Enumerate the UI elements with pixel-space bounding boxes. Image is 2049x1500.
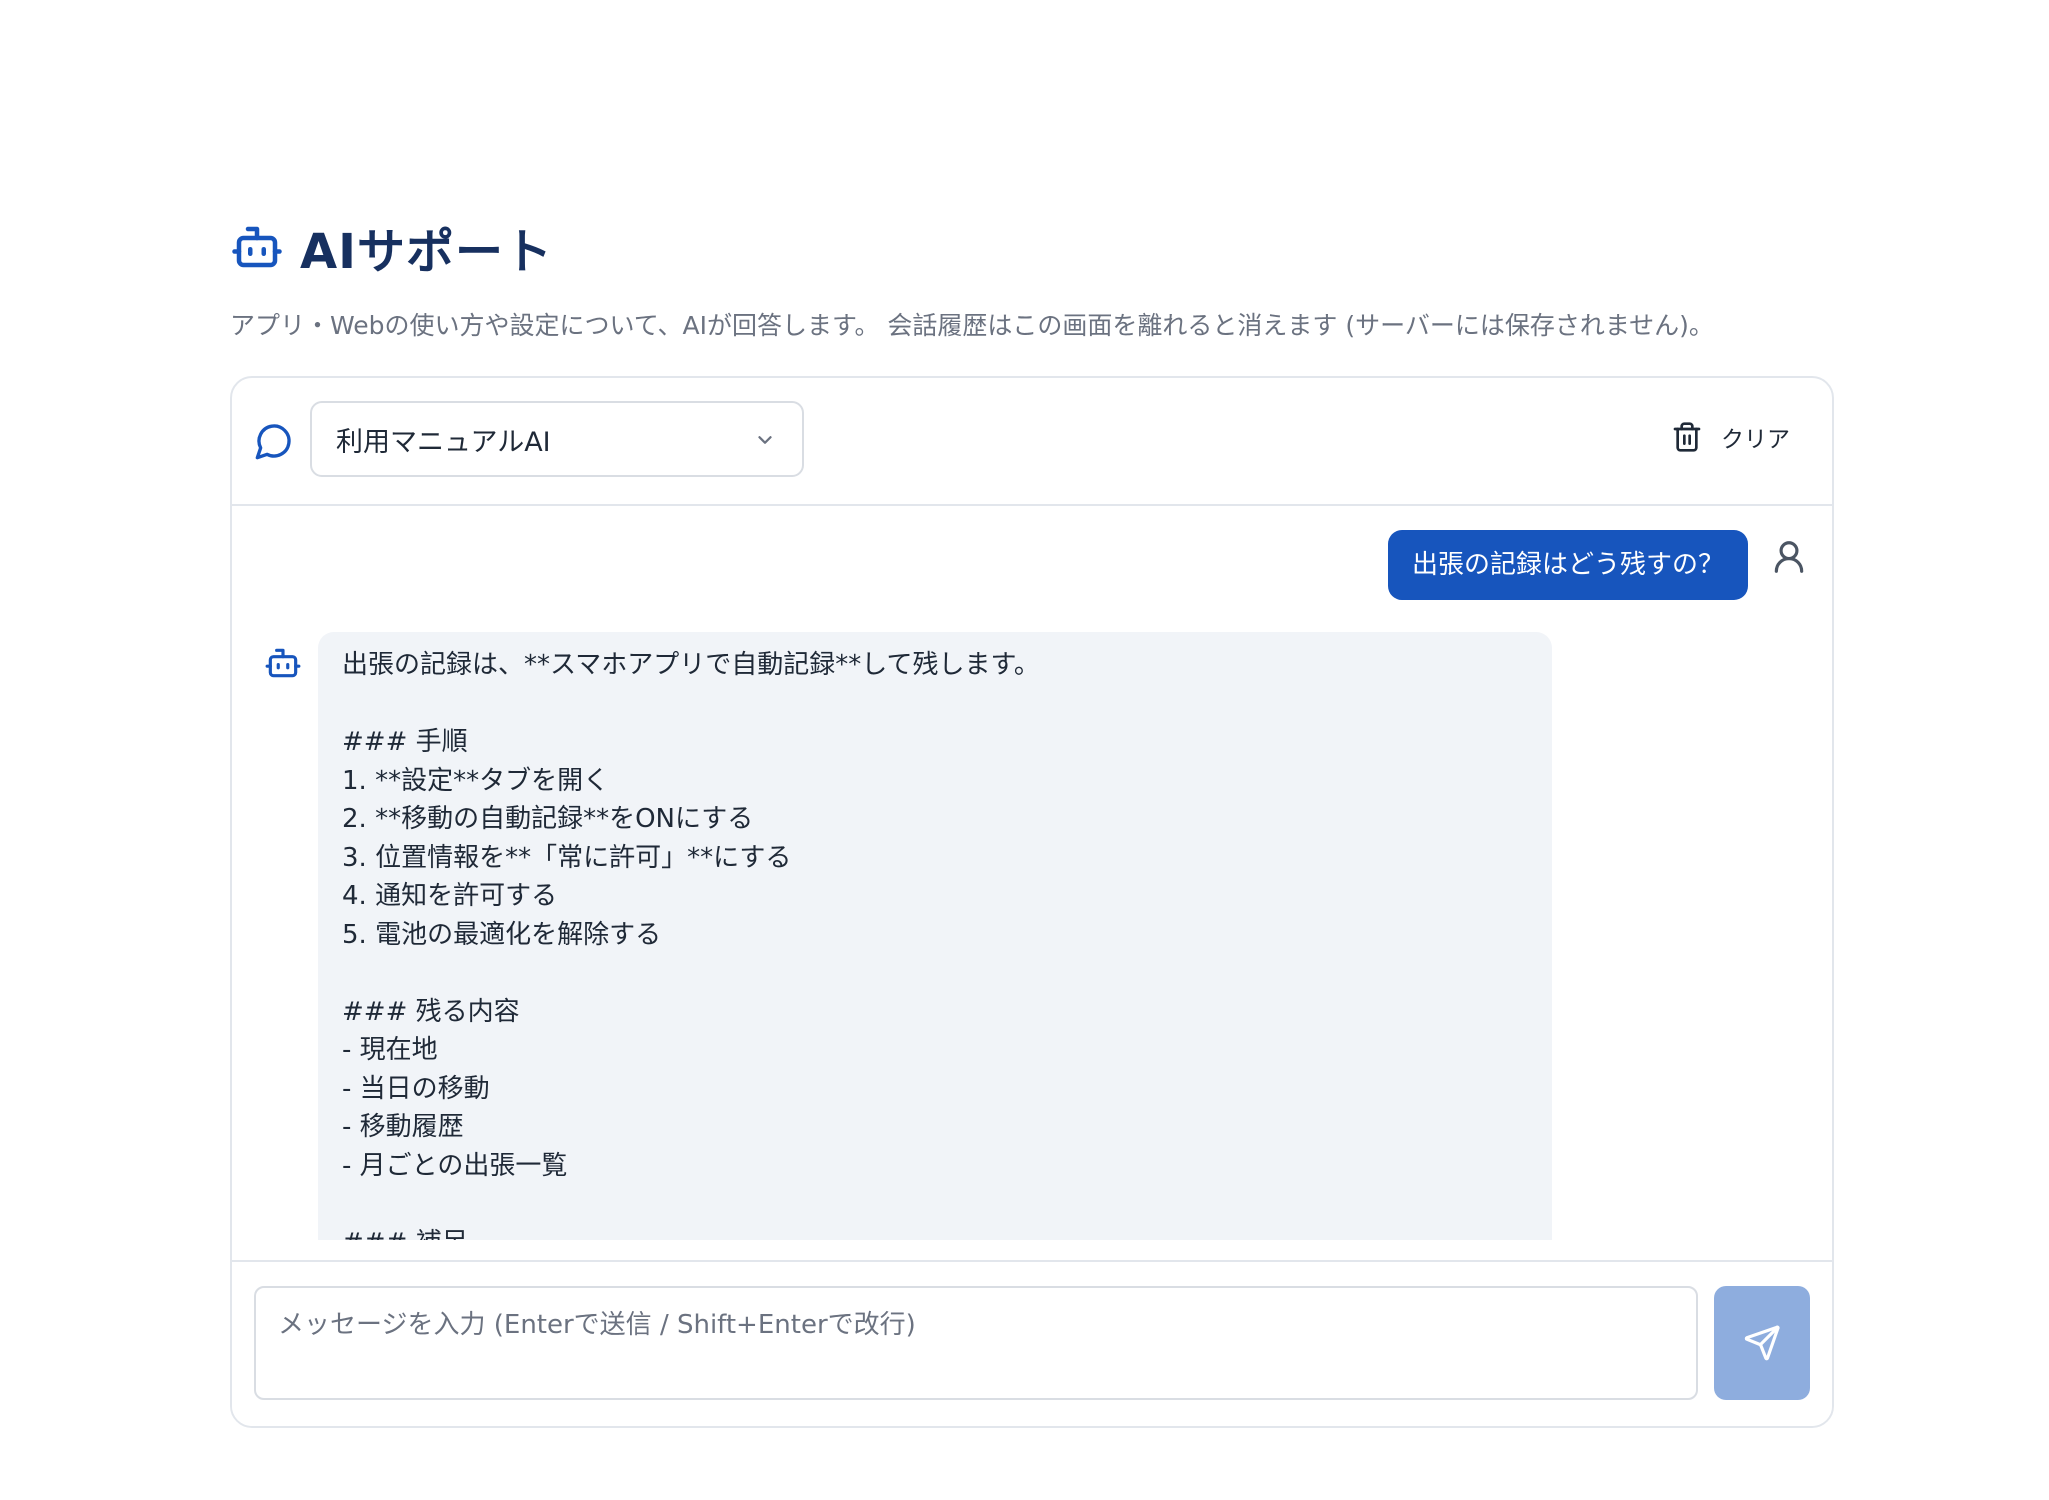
user-message: 出張の記録はどう残すの？ [1387,530,1748,600]
message-composer [232,1260,1832,1426]
clear-button-label: クリア [1721,427,1790,453]
chat-bubble-icon [255,424,291,460]
message-input[interactable] [254,1286,1698,1400]
model-select-value: 利用マニュアルAI [336,426,551,458]
clear-button[interactable]: クリア [1671,420,1790,454]
send-button[interactable] [1714,1286,1810,1400]
ai-support-page: AIサポート アプリ・Webの使い方や設定について、AIが回答します。 会話履歴… [0,0,2049,1500]
page-header: AIサポート [230,212,553,282]
page-description: アプリ・Webの使い方や設定について、AIが回答します。 会話履歴はこの画面を離… [230,311,1714,340]
model-select[interactable]: 利用マニュアルAI [310,401,804,477]
chat-toolbar: 利用マニュアルAI クリア [232,378,1832,506]
assistant-robot-icon [265,648,301,678]
robot-icon [232,226,282,268]
message-list[interactable]: 出張の記録はどう残すの？ 出張の記録は、**スマホアプリで自動記録**して残しま… [232,504,1832,1240]
send-icon [1744,1325,1780,1361]
chat-panel: 利用マニュアルAI クリア 出張の記録はどう残すの？ 出張の記録は、**スマホア… [230,376,1834,1428]
page-title: AIサポート [300,224,554,280]
user-avatar-icon [1774,541,1804,573]
chevron-down-icon [758,436,772,444]
trash-icon [1673,422,1701,452]
assistant-message: 出張の記録は、**スマホアプリで自動記録**して残します。 ### 手順 1. … [318,632,1552,1240]
